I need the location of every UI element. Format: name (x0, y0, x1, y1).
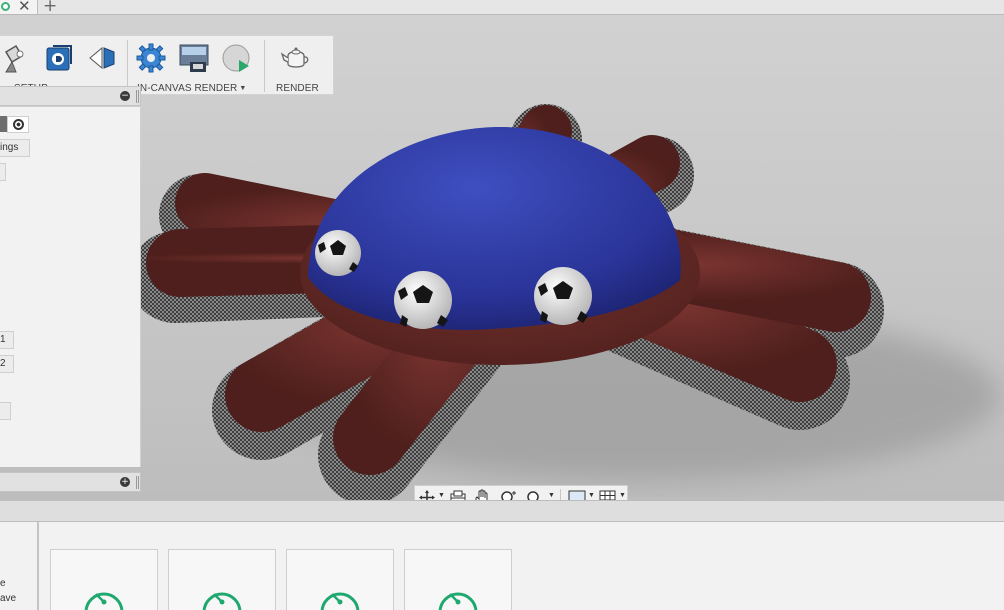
zoom-window-icon[interactable] (525, 489, 545, 500)
gear-icon[interactable] (135, 42, 167, 74)
display-settings-icon[interactable] (567, 489, 587, 500)
value-1: 1 (0, 334, 6, 345)
canvas-viewport[interactable]: SETUP▼ IN-CANVAS RENDER▼ RENDER − ings 1… (0, 15, 1004, 500)
navigation-bar: ▼ ▼ ▼ ▼ (414, 485, 628, 500)
capture-image-icon[interactable] (178, 42, 210, 74)
timer-gauge-icon (202, 592, 242, 610)
close-icon[interactable]: ✕ (18, 0, 31, 14)
render-card[interactable] (168, 549, 276, 610)
panel-grip-icon[interactable] (136, 476, 139, 489)
nav-separator (560, 489, 561, 500)
rendering-gallery: e ave (0, 522, 1004, 610)
browser-panel-body: ings 1 2 (0, 107, 141, 467)
panel-grip-icon[interactable] (136, 90, 139, 103)
panel-divider[interactable] (0, 500, 1004, 522)
circle-icon (1, 2, 10, 11)
value-field-2[interactable]: 2 (0, 355, 14, 373)
settings-label: ings (0, 142, 19, 153)
radio-button[interactable] (7, 116, 29, 133)
grid-icon[interactable] (598, 489, 618, 500)
toolbar-separator (264, 40, 265, 92)
value-field-1[interactable]: 1 (0, 331, 14, 349)
chevron-down-icon[interactable]: ▼ (619, 492, 626, 499)
play-render-icon[interactable] (221, 42, 253, 74)
plus-icon[interactable]: + (43, 0, 57, 15)
value-2: 2 (0, 358, 6, 369)
color-swatch[interactable] (0, 116, 7, 132)
hand-pan-icon[interactable] (473, 489, 493, 500)
in-canvas-render-menu[interactable]: IN-CANVAS RENDER ▼ (137, 83, 246, 94)
property-field[interactable] (0, 163, 6, 181)
chevron-down-icon[interactable]: ▼ (438, 492, 445, 499)
teapot-icon[interactable] (280, 42, 312, 74)
gallery-side-label: e (0, 578, 6, 589)
soccer-ball-right (534, 267, 592, 325)
browser-panel-header[interactable]: − (0, 86, 141, 106)
document-tab[interactable]: ✕ (0, 0, 38, 14)
render-label[interactable]: RENDER (276, 83, 319, 94)
comments-panel-header[interactable]: + (0, 472, 141, 492)
look-at-icon[interactable] (448, 489, 468, 500)
render-card[interactable] (404, 549, 512, 610)
timer-gauge-icon (438, 592, 478, 610)
chevron-down-icon[interactable]: ▼ (548, 492, 555, 499)
decal-icon[interactable] (86, 42, 118, 74)
in-canvas-render-label: IN-CANVAS RENDER (137, 83, 238, 94)
gallery-side-label[interactable]: ave (0, 593, 16, 604)
gallery-sidebar: e ave (0, 522, 39, 610)
timer-gauge-icon (84, 592, 124, 610)
chevron-down-icon: ▼ (239, 85, 247, 92)
expand-icon[interactable]: + (120, 477, 130, 487)
zoom-icon[interactable] (499, 489, 519, 500)
soccer-ball-center (394, 271, 452, 329)
render-card[interactable] (50, 549, 158, 610)
property-field[interactable] (0, 402, 11, 420)
settings-button[interactable]: ings (0, 139, 30, 157)
chevron-down-icon[interactable]: ▼ (588, 492, 595, 499)
render-card[interactable] (286, 549, 394, 610)
soccer-ball-left (315, 230, 361, 276)
timer-gauge-icon (320, 592, 360, 610)
scene-settings-icon[interactable] (43, 42, 75, 74)
collapse-icon[interactable]: − (120, 91, 130, 101)
toolbar-separator (127, 40, 128, 92)
spotlight-icon[interactable] (0, 42, 32, 74)
document-tab-bar: ✕ + (0, 0, 1004, 15)
orbit-icon[interactable] (417, 489, 437, 500)
